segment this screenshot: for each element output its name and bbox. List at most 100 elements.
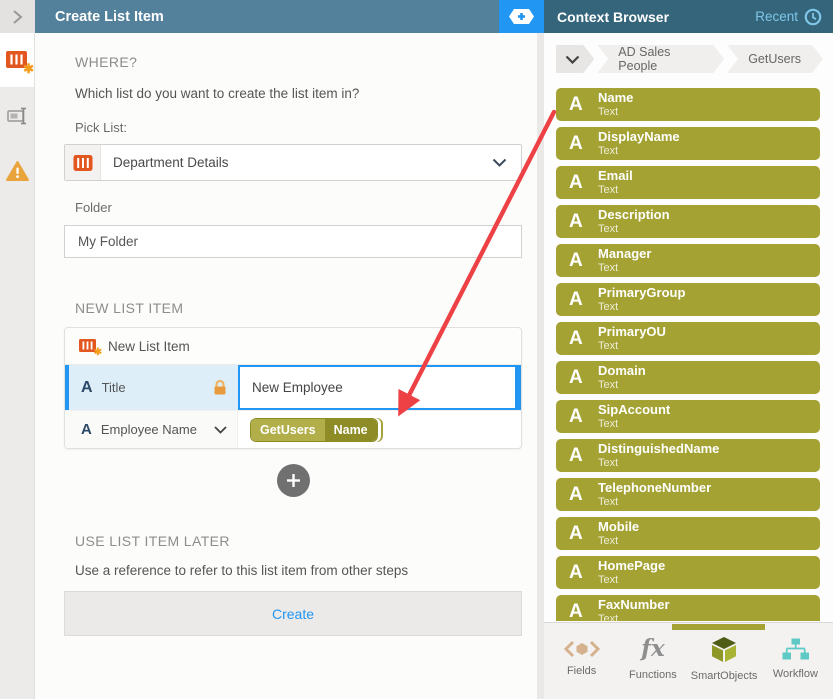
workflow-icon	[781, 638, 810, 661]
context-item-type: Text	[598, 613, 670, 621]
context-item-name: HomePage	[598, 559, 665, 573]
context-item[interactable]: A Manager Text	[556, 244, 820, 277]
context-item-name: DisplayName	[598, 130, 680, 144]
tab-label: Workflow	[773, 668, 818, 680]
warning-icon	[5, 160, 30, 182]
breadcrumb-dropdown-button[interactable]	[556, 45, 594, 73]
pick-list-dropdown[interactable]: Department Details	[64, 144, 522, 181]
context-item[interactable]: A PrimaryGroup Text	[556, 283, 820, 316]
step-config-header: Create List Item	[35, 0, 499, 33]
employee-label-cell[interactable]: A Employee Name	[65, 411, 238, 448]
context-browser-panel: Context Browser Recent AD Sales People G…	[544, 0, 833, 699]
plus-icon	[286, 473, 301, 488]
context-item[interactable]: A FaxNumber Text	[556, 595, 820, 621]
text-type-icon: A	[569, 172, 598, 194]
context-item-name: TelephoneNumber	[598, 481, 711, 495]
context-item-name: Name	[598, 91, 633, 105]
text-type-icon: A	[569, 211, 598, 233]
context-item[interactable]: A Email Text	[556, 166, 820, 199]
context-item[interactable]: A PrimaryOU Text	[556, 322, 820, 355]
panel-divider	[537, 33, 544, 699]
context-item-name: PrimaryGroup	[598, 286, 685, 300]
lock-icon	[212, 379, 228, 396]
context-item-name: Description	[598, 208, 670, 222]
context-item-type: Text	[598, 184, 633, 196]
asterisk-icon: ✱	[23, 62, 34, 75]
context-item[interactable]: A TelephoneNumber Text	[556, 478, 820, 511]
tab-label: Functions	[629, 669, 677, 681]
context-item[interactable]: A Domain Text	[556, 361, 820, 394]
k2-designer-window: ✱ Create List Item	[0, 0, 833, 699]
text-type-icon: A	[81, 421, 92, 438]
create-reference-button[interactable]: Create	[64, 591, 522, 636]
list-item-new-icon: ✱	[6, 50, 28, 70]
add-row-button[interactable]	[277, 464, 310, 497]
page-title: Create List Item	[55, 9, 164, 25]
title-value-input[interactable]: New Employee	[238, 365, 517, 410]
smartobjects-icon	[710, 636, 738, 663]
tab-fields[interactable]: Fields	[546, 623, 617, 699]
context-item[interactable]: A DistinguishedName Text	[556, 439, 820, 472]
context-item-type: Text	[598, 457, 719, 469]
context-item-type: Text	[598, 574, 665, 586]
context-item[interactable]: A Mobile Text	[556, 517, 820, 550]
where-heading: WHERE?	[75, 33, 522, 70]
employee-name-field-row[interactable]: A Employee Name GetUsers Name	[65, 410, 521, 448]
text-type-icon: A	[569, 445, 598, 467]
tag-source: GetUsers	[251, 419, 325, 441]
pick-list-value: Department Details	[101, 155, 492, 170]
getusers-name-field-tag[interactable]: GetUsers Name	[250, 418, 378, 442]
context-item-type: Text	[598, 340, 666, 352]
sidebar-tab-create-list-item[interactable]: ✱	[0, 33, 34, 88]
chevron-down-icon	[565, 55, 580, 64]
context-item-type: Text	[598, 262, 651, 274]
context-item[interactable]: A DisplayName Text	[556, 127, 820, 160]
where-question: Which list do you want to create the lis…	[75, 86, 522, 101]
functions-icon: fx	[641, 636, 665, 662]
context-item-type: Text	[598, 223, 670, 235]
employee-label: Employee Name	[101, 422, 205, 437]
sidebar-tab-errors[interactable]	[0, 143, 34, 198]
breadcrumb-smartobject[interactable]: AD Sales People	[597, 45, 724, 73]
sidebar-tab-rename[interactable]	[0, 88, 34, 143]
list-item-new-icon: ✱	[79, 338, 97, 354]
context-item-type: Text	[598, 106, 633, 118]
active-tab-indicator	[672, 624, 765, 630]
context-item[interactable]: A HomePage Text	[556, 556, 820, 589]
tag-plus-icon	[508, 8, 535, 25]
card-header: ✱ New List Item	[65, 328, 521, 365]
step-sidebar: ✱	[0, 0, 35, 699]
context-item-type: Text	[598, 379, 646, 391]
use-later-heading: USE LIST ITEM LATER	[75, 533, 522, 549]
card-title: New List Item	[108, 339, 190, 354]
recent-label: Recent	[755, 9, 798, 24]
recent-button[interactable]: Recent	[755, 8, 822, 26]
context-item-list: A Name Text A DisplayName Text A Email T…	[556, 88, 820, 621]
title-label-cell: A Title	[69, 365, 238, 410]
folder-input[interactable]: My Folder	[64, 225, 522, 258]
text-type-icon: A	[569, 250, 598, 272]
title-field-row[interactable]: A Title New Employee	[65, 365, 521, 410]
text-type-icon: A	[569, 94, 598, 116]
tab-smartobjects[interactable]: SmartObjects	[689, 623, 760, 699]
context-item-name: DistinguishedName	[598, 442, 719, 456]
context-item[interactable]: A Description Text	[556, 205, 820, 238]
folder-label: Folder	[75, 200, 522, 215]
context-item-type: Text	[598, 496, 711, 508]
tab-label: Fields	[567, 665, 596, 677]
add-field-button[interactable]	[499, 0, 544, 33]
use-later-description: Use a reference to refer to this list it…	[75, 563, 522, 578]
context-browser-title: Context Browser	[557, 9, 755, 25]
collapse-panel-button[interactable]	[0, 0, 34, 33]
context-browser-header: Context Browser Recent	[544, 0, 833, 33]
new-list-item-card: ✱ New List Item A Title New Employee	[64, 327, 522, 449]
tab-workflow[interactable]: Workflow	[760, 623, 831, 699]
selected-row-edge	[517, 365, 521, 410]
breadcrumb-method[interactable]: GetUsers	[727, 45, 823, 73]
context-item[interactable]: A SipAccount Text	[556, 400, 820, 433]
rename-icon	[6, 105, 29, 127]
context-item[interactable]: A Name Text	[556, 88, 820, 121]
tab-functions[interactable]: fx Functions	[617, 623, 688, 699]
text-type-icon: A	[81, 379, 93, 397]
fields-icon	[563, 640, 601, 658]
